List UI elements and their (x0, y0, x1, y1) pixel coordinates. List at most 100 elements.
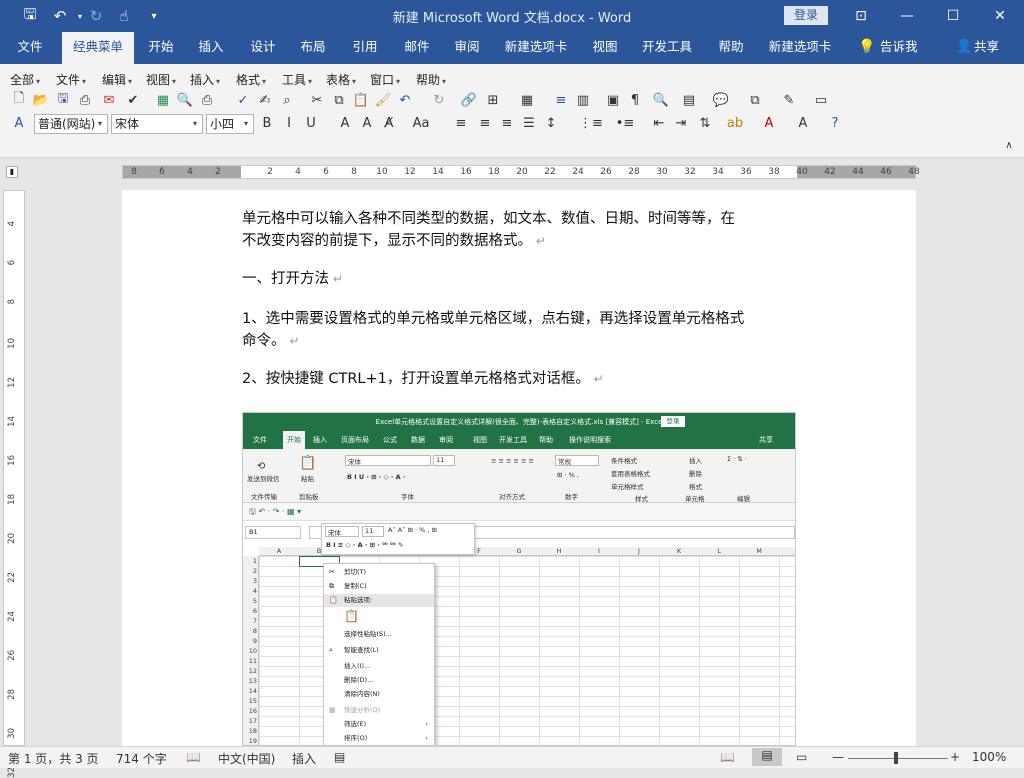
redo-icon[interactable]: ↻ (430, 91, 448, 109)
align-right-icon[interactable]: ≡ (498, 114, 516, 132)
print-preview-icon[interactable]: ⎙ (76, 91, 94, 109)
ribbon-display-icon[interactable]: ⊡ (838, 0, 884, 32)
email-icon[interactable]: ✉ (100, 91, 118, 109)
italic-icon[interactable]: I (280, 114, 298, 132)
document-paragraph[interactable]: 1、选中需要设置格式的单元格或单元格区域，点右键，再选择设置单元格格式 (242, 308, 744, 330)
word-count[interactable]: 714 个字 (116, 750, 167, 767)
language[interactable]: 中文(中国) (218, 750, 275, 767)
tab-11[interactable]: 开发工具 (634, 32, 700, 64)
document-paragraph[interactable]: 2、按快捷键 CTRL+1，打开设置单元格格式对话框。 ↵ (242, 368, 604, 390)
sort-icon[interactable]: ⇅ (696, 114, 714, 132)
borders-icon[interactable]: ⊞ (484, 91, 502, 109)
classic-menu-item[interactable]: 帮助 ▾ (416, 71, 446, 88)
tell-me[interactable]: 告诉我 (880, 32, 918, 64)
open-icon[interactable]: 📂 (32, 91, 50, 109)
tab-2[interactable]: 开始 (138, 32, 184, 64)
classic-menu-item[interactable]: 插入 ▾ (190, 71, 220, 88)
font-color-icon[interactable]: A (760, 114, 778, 132)
classic-menu-item[interactable]: 全部 ▾ (10, 71, 40, 88)
tab-3[interactable]: 插入 (188, 32, 234, 64)
numbering-icon[interactable]: ⋮≡ (579, 114, 603, 132)
clear-format-icon[interactable]: A̸ (380, 114, 398, 132)
maximize-icon[interactable]: ☐ (930, 0, 976, 32)
page-count[interactable]: 第 1 页，共 3 页 (8, 750, 99, 767)
center-icon[interactable]: ≡ (476, 114, 494, 132)
preview-icon[interactable]: 🔍 (176, 91, 194, 109)
track-icon[interactable]: ⧉ (746, 91, 764, 109)
tab-13[interactable]: 新建选项卡 (762, 32, 838, 64)
vertical-ruler[interactable]: 4 6 8 10 12 14 16 18 20 22 24 26 28 30 32 (3, 190, 25, 778)
horizontal-ruler[interactable]: 8 6 4 2 2 4 6 8 10 12 14 16 18 20 22 24 26 28 30 32 34 36 38 40… (122, 165, 920, 179)
embedded-excel-image[interactable]: Excel单元格格式设置自定义格式详解(很全面、完整)-表格自定义格式.xls … (242, 412, 796, 746)
macro-icon[interactable]: ▤ (334, 750, 345, 764)
tab-5[interactable]: 布局 (290, 32, 336, 64)
classic-menu-item[interactable]: 视图 ▾ (146, 71, 176, 88)
document-paragraph[interactable]: 不改变内容的前提下，显示不同的数据格式。 ↵ (242, 230, 546, 252)
font-size-combo[interactable]: 小四 ▾ (206, 114, 254, 134)
document-paragraph[interactable]: 一、打开方法 ↵ (242, 268, 343, 290)
layout-icon[interactable]: ▥ (574, 91, 592, 109)
classic-menu-item[interactable]: 文件 ▾ (56, 71, 86, 88)
thesaurus-icon[interactable]: ✍ (256, 91, 274, 109)
tab-6[interactable]: 引用 (342, 32, 388, 64)
zoom-slider-track[interactable] (848, 758, 948, 759)
login-button[interactable]: 登录 (784, 6, 828, 25)
tab-1[interactable]: 经典菜单 (62, 32, 134, 64)
classic-menu-item[interactable]: 工具 ▾ (282, 71, 312, 88)
new-doc-icon[interactable]: 🗋 (10, 91, 28, 109)
print-icon[interactable]: ⎙ (198, 91, 216, 109)
document-page[interactable]: Excel单元格格式设置自定义格式详解(很全面、完整)-表格自定义格式.xls … (122, 190, 916, 746)
text-effects-icon[interactable]: A (794, 114, 812, 132)
tab-0[interactable]: 文件 (6, 32, 54, 64)
web-layout-icon[interactable]: ▭ (796, 750, 807, 764)
char-shading-icon[interactable]: A (358, 114, 376, 132)
zoom-out-icon[interactable]: — (832, 750, 844, 764)
navigation-icon[interactable]: ▤ (680, 91, 698, 109)
zoom-icon[interactable]: ⌕ (278, 91, 296, 109)
change-case-icon[interactable]: Aa (412, 114, 430, 132)
classic-menu-item[interactable]: 编辑 ▾ (102, 71, 132, 88)
share-button[interactable]: 共享 (974, 32, 999, 64)
bullets-icon[interactable]: •≡ (616, 114, 635, 132)
document-paragraph[interactable]: 单元格中可以输入各种不同类型的数据，如文本、数值、日期、时间等等，在 (242, 208, 735, 230)
align-left-icon[interactable]: ≡ (452, 114, 470, 132)
cut-icon[interactable]: ✂ (308, 91, 326, 109)
help-icon[interactable]: ? (826, 114, 844, 132)
style-combo[interactable]: 普通(网站) ▾ (34, 114, 108, 134)
copy-icon[interactable]: ⧉ (330, 91, 348, 109)
increase-indent-icon[interactable]: ⇥ (672, 114, 690, 132)
styles-icon[interactable]: A (10, 114, 28, 132)
table-icon[interactable]: ▦ (518, 91, 536, 109)
read-mode-icon[interactable]: 📖 (720, 750, 735, 764)
spelling-icon[interactable]: ✓ (234, 91, 252, 109)
comment-icon[interactable]: 💬 (712, 91, 730, 109)
document-paragraph[interactable]: 命令。 ↵ (242, 330, 299, 352)
hyperlink-icon[interactable]: 🔗 (460, 91, 478, 109)
paste-icon[interactable]: 📋 (352, 91, 370, 109)
print-layout-icon[interactable]: ▤ (752, 748, 782, 766)
underline-icon[interactable]: U (302, 114, 320, 132)
font-combo[interactable]: 宋体 ▾ (111, 114, 203, 134)
format-painter-icon[interactable]: 🖌 (374, 91, 392, 109)
classic-menu-item[interactable]: 窗口 ▾ (370, 71, 400, 88)
zoom-in-icon[interactable]: + (950, 750, 960, 764)
insert-mode[interactable]: 插入 (292, 750, 316, 767)
show-hide-icon[interactable]: ▣ (604, 91, 622, 109)
close-icon[interactable]: ✕ (977, 0, 1023, 32)
tab-9[interactable]: 新建选项卡 (498, 32, 574, 64)
shape-icon[interactable]: ✎ (780, 91, 798, 109)
undo-icon[interactable]: ↶ (396, 91, 414, 109)
tab-selector-icon[interactable]: ▮ (6, 166, 18, 178)
bold-icon[interactable]: B (258, 114, 276, 132)
paragraph-mark-icon[interactable]: ¶ (626, 91, 644, 109)
zoom-slider-thumb[interactable] (894, 752, 898, 764)
save-icon[interactable]: 🖫 (54, 91, 72, 109)
highlight-icon[interactable]: ab (726, 114, 744, 132)
tab-10[interactable]: 视图 (582, 32, 628, 64)
frame-icon[interactable]: ▭ (812, 91, 830, 109)
check-icon[interactable]: ✔ (124, 91, 142, 109)
find-icon[interactable]: 🔍 (652, 91, 670, 109)
classic-menu-item[interactable]: 表格 ▾ (326, 71, 356, 88)
columns-icon[interactable]: ≡ (552, 91, 570, 109)
research-icon[interactable]: ▦ (154, 91, 172, 109)
